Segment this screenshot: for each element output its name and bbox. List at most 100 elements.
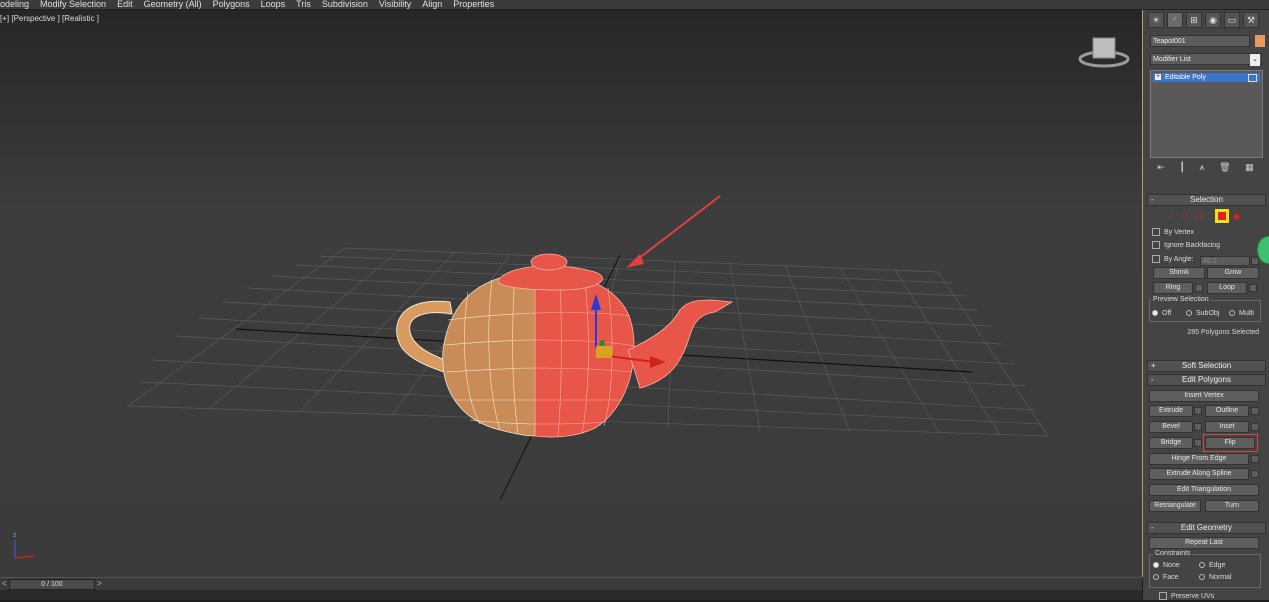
ring-spinner[interactable]: [1195, 284, 1203, 292]
modifier-stack[interactable]: + Editable Poly: [1150, 70, 1263, 158]
stack-item-editable-poly[interactable]: + Editable Poly: [1153, 73, 1260, 82]
annotation-arrow: [626, 195, 721, 268]
expand-icon[interactable]: +: [1155, 74, 1161, 80]
edit-triangulation-button[interactable]: Edit Triangulation: [1149, 484, 1259, 496]
ignore-backfacing-checkbox[interactable]: Ignore Backfacing: [1152, 241, 1220, 251]
inset-settings-button[interactable]: [1251, 423, 1259, 431]
rollout-edit-geometry[interactable]: - Edit Geometry: [1147, 522, 1266, 534]
rollout-edit-polygons[interactable]: - Edit Polygons: [1147, 374, 1266, 386]
inset-button[interactable]: Inset: [1205, 421, 1249, 433]
bevel-button[interactable]: Bevel: [1149, 421, 1193, 433]
remove-modifier-icon[interactable]: 🗑: [1219, 162, 1230, 174]
panel-tabs: ☀ ◜ ⊞ ◉ ▭ ⚒: [1143, 10, 1269, 32]
rollout-soft-selection-title: Soft Selection: [1181, 361, 1232, 370]
by-angle-arrows[interactable]: [1251, 257, 1259, 265]
hinge-settings-button[interactable]: [1251, 455, 1259, 463]
motion-tab-icon[interactable]: ◉: [1205, 12, 1221, 28]
vertex-icon[interactable]: ·:: [1167, 212, 1172, 221]
object-color-swatch[interactable]: [1255, 35, 1265, 47]
hierarchy-tab-icon[interactable]: ⊞: [1186, 12, 1202, 28]
ribbon-item[interactable]: odeling: [0, 0, 34, 9]
ribbon-item[interactable]: Properties: [447, 0, 499, 9]
ribbon-item[interactable]: Modify Selection: [34, 0, 111, 9]
configure-sets-icon[interactable]: ▦: [1245, 162, 1254, 174]
constraint-face-radio[interactable]: Face: [1153, 573, 1179, 583]
ribbon-menu: odeling Modify Selection Edit Geometry (All…: [0, 0, 1269, 9]
constraints-title: Constraints: [1153, 550, 1193, 557]
rollout-selection[interactable]: - Selection: [1147, 194, 1266, 206]
repeat-last-button[interactable]: Repeat Last: [1149, 537, 1259, 549]
edge-icon[interactable]: ◁: [1181, 211, 1187, 220]
bridge-settings-button[interactable]: [1194, 439, 1202, 447]
track-bar[interactable]: [0, 590, 1142, 600]
preview-subobj-radio[interactable]: SubObj: [1186, 309, 1219, 319]
preview-off-radio[interactable]: Off: [1152, 309, 1171, 319]
rollout-edit-geometry-title: Edit Geometry: [1180, 523, 1233, 532]
extrude-spline-settings-button[interactable]: [1251, 470, 1259, 478]
extrude-button[interactable]: Extrude: [1149, 405, 1193, 417]
extrude-along-spline-button[interactable]: Extrude Along Spline: [1149, 468, 1249, 480]
insert-vertex-button[interactable]: Insert Vertex: [1149, 390, 1259, 402]
teapot-knob: [530, 253, 568, 271]
pin-stack-icon[interactable]: ⇤: [1157, 162, 1165, 174]
ribbon-item[interactable]: Subdivision: [316, 0, 373, 9]
outline-button[interactable]: Outline: [1205, 405, 1249, 417]
object-name-field[interactable]: Teapot001: [1150, 35, 1250, 47]
element-icon[interactable]: ◆: [1233, 211, 1240, 222]
grow-button[interactable]: Grow: [1207, 267, 1259, 279]
polygon-icon[interactable]: [1215, 209, 1229, 223]
by-angle-checkbox[interactable]: By Angle:: [1152, 255, 1194, 265]
ring-button[interactable]: Ring: [1153, 282, 1193, 294]
modifier-list-label: Modifier List: [1153, 56, 1191, 63]
expand-icon: +: [1151, 361, 1156, 370]
outline-settings-button[interactable]: [1251, 407, 1259, 415]
ribbon-item[interactable]: Edit: [111, 0, 138, 9]
shrink-button[interactable]: Shrink: [1153, 267, 1205, 279]
make-unique-icon[interactable]: ⩚: [1199, 162, 1204, 174]
time-next-button[interactable]: >: [97, 579, 102, 588]
hinge-from-edge-button[interactable]: Hinge From Edge: [1149, 453, 1249, 465]
show-end-result-icon[interactable]: ┃: [1179, 162, 1184, 174]
modifier-list-dropdown[interactable]: Modifier List ⌄: [1150, 53, 1262, 66]
bevel-settings-button[interactable]: [1194, 423, 1202, 431]
viewport-scene[interactable]: [0, 10, 1142, 577]
bridge-button[interactable]: Bridge: [1149, 437, 1193, 449]
display-tab-icon[interactable]: ▭: [1224, 12, 1240, 28]
constraint-normal-radio[interactable]: Normal: [1199, 573, 1232, 583]
time-prev-button[interactable]: <: [2, 579, 7, 588]
ribbon-item[interactable]: Tris: [290, 0, 316, 9]
normal-label: Normal: [1209, 574, 1232, 581]
turn-button[interactable]: Turn: [1205, 500, 1259, 512]
constraint-none-radio[interactable]: None: [1153, 561, 1180, 571]
ribbon-item[interactable]: Geometry (All): [138, 0, 207, 9]
by-vertex-checkbox[interactable]: By Vertex: [1152, 228, 1194, 238]
by-angle-spinner[interactable]: 45.0: [1200, 256, 1250, 266]
modify-tab-icon[interactable]: ◜: [1167, 12, 1183, 28]
create-tab-icon[interactable]: ☀: [1148, 12, 1164, 28]
viewport-label[interactable]: [+] [Perspective ] [Realistic ]: [0, 14, 99, 23]
rollout-edit-polygons-title: Edit Polygons: [1182, 375, 1231, 384]
ribbon-item[interactable]: Visibility: [373, 0, 416, 9]
loop-button[interactable]: Loop: [1207, 282, 1247, 294]
retriangulate-button[interactable]: Retriangulate: [1149, 500, 1201, 512]
utilities-tab-icon[interactable]: ⚒: [1243, 12, 1259, 28]
border-icon[interactable]: ◯: [1195, 211, 1204, 220]
ribbon-item[interactable]: Polygons: [207, 0, 255, 9]
constraint-edge-radio[interactable]: Edge: [1199, 561, 1225, 571]
loop-spinner[interactable]: [1249, 284, 1257, 292]
timeline[interactable]: < 0 / 100 >: [0, 577, 1142, 590]
chevron-down-icon: ⌄: [1250, 54, 1260, 66]
perspective-viewport[interactable]: [+] [Perspective ] [Realistic ] z: [0, 10, 1143, 577]
ribbon-item[interactable]: Loops: [255, 0, 291, 9]
edge-label: Edge: [1209, 562, 1226, 569]
time-slider[interactable]: 0 / 100: [9, 579, 95, 590]
preview-multi-radio[interactable]: Multi: [1229, 309, 1254, 319]
extrude-settings-button[interactable]: [1194, 407, 1202, 415]
lightbulb-icon[interactable]: [1248, 74, 1257, 82]
rollout-soft-selection[interactable]: + Soft Selection: [1147, 360, 1266, 372]
axis-tripod: [14, 540, 36, 559]
command-panel: ☀ ◜ ⊞ ◉ ▭ ⚒ Teapot001 Modifier List ⌄ + …: [1143, 10, 1269, 602]
ribbon-item[interactable]: Align: [416, 0, 447, 9]
stack-toolbar: ⇤ ┃ ⩚ 🗑 ▦: [1150, 162, 1261, 174]
preserve-uvs-checkbox[interactable]: Preserve UVs: [1159, 592, 1214, 602]
